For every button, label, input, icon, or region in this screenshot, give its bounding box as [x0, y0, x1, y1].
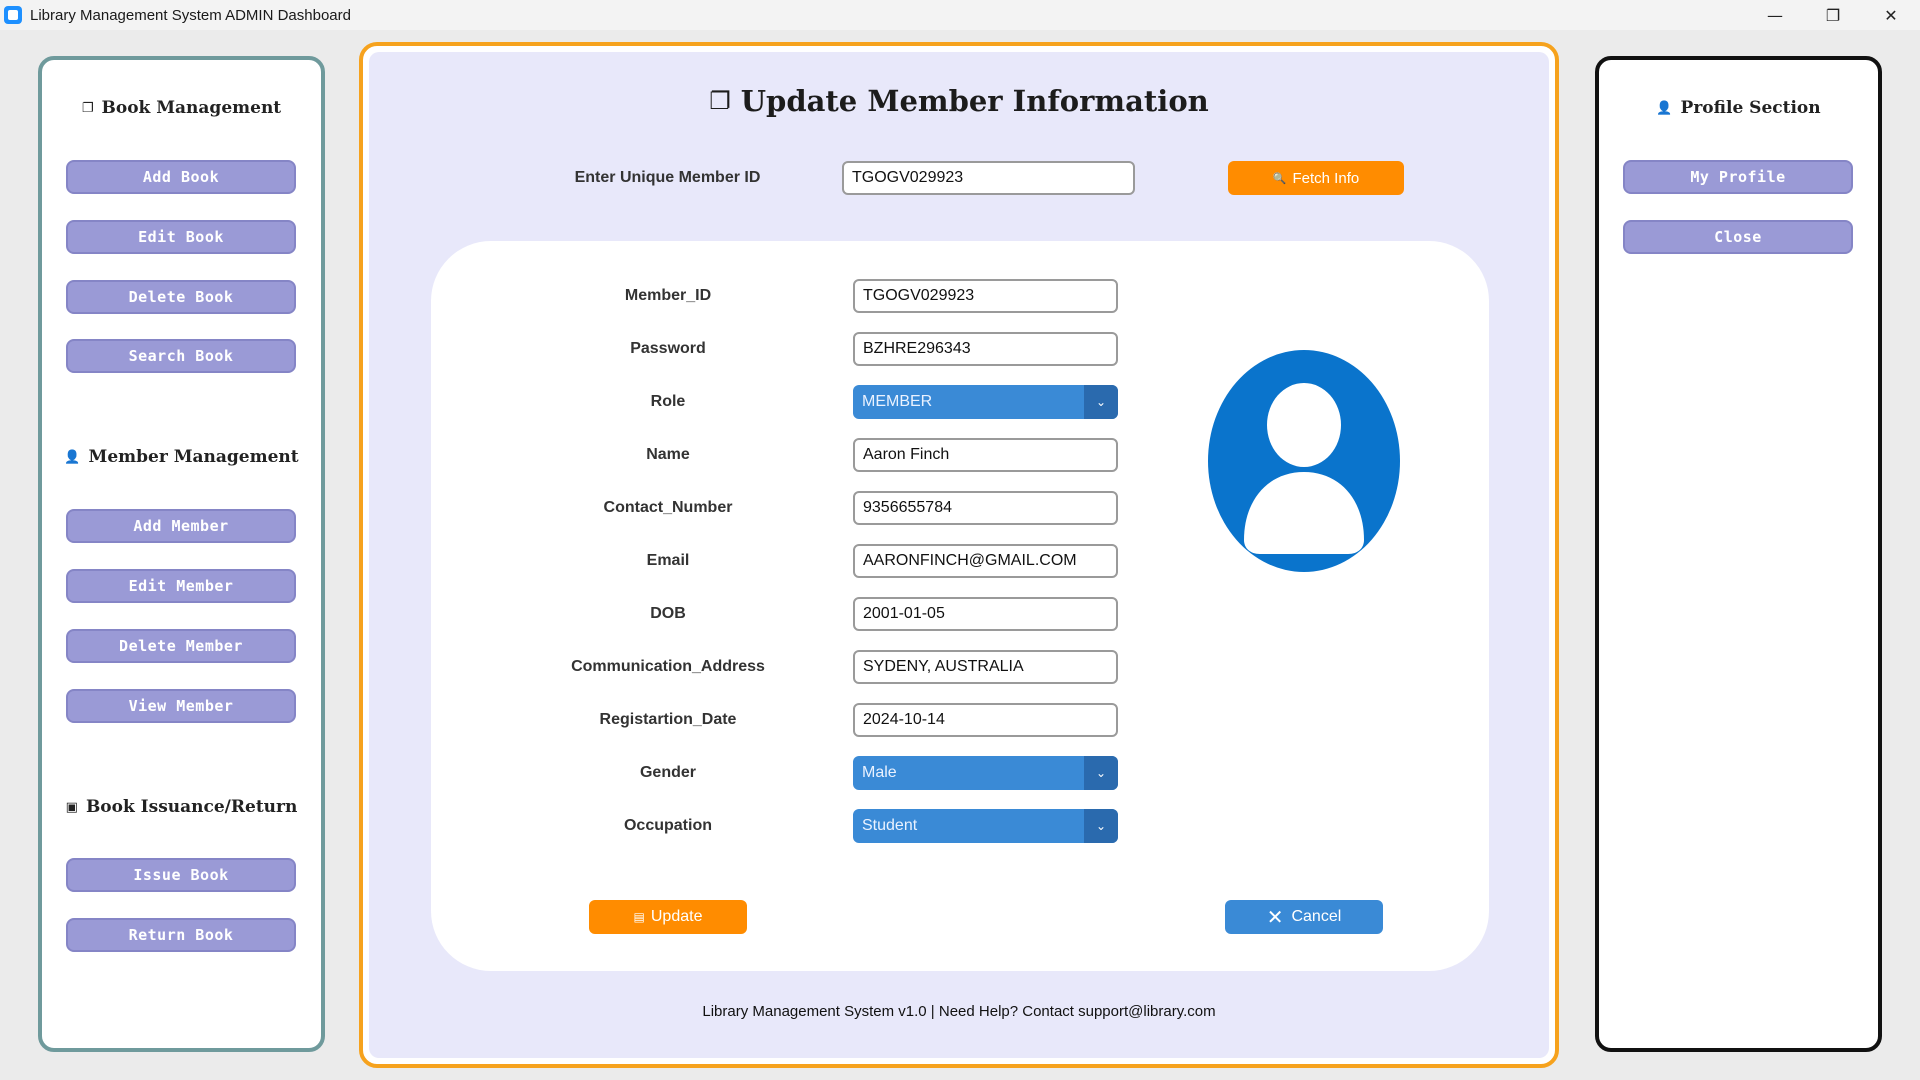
profile-section-title: 👤 Profile Section	[1656, 98, 1821, 118]
gender-value: Male	[862, 764, 897, 781]
restore-button[interactable]: ❐	[1804, 0, 1862, 30]
window-title: Library Management System ADMIN Dashboar…	[30, 6, 351, 24]
chevron-down-icon[interactable]: ⌄	[1084, 756, 1118, 790]
role-value: MEMBER	[862, 393, 933, 410]
member-id-field[interactable]: TGOGV029923	[853, 279, 1118, 313]
password-label: Password	[630, 340, 706, 357]
x-icon: ✕	[1266, 905, 1284, 929]
window-controls: — ❐ ✕	[1746, 0, 1920, 30]
person-icon: 👤	[64, 449, 81, 465]
add-member-button[interactable]: Add Member	[66, 509, 296, 543]
edit-member-button[interactable]: Edit Member	[66, 569, 296, 603]
chevron-down-icon[interactable]: ⌄	[1084, 809, 1118, 843]
close-window-button[interactable]: ✕	[1862, 0, 1920, 30]
gender-label: Gender	[639, 764, 696, 781]
occupation-value: Student	[862, 817, 918, 834]
delete-book-button[interactable]: Delete Book	[66, 280, 296, 314]
email-field[interactable]: AARONFINCH@GMAIL.COM	[853, 544, 1118, 578]
books-icon: ❐	[81, 100, 94, 116]
dob-field[interactable]: 2001-01-05	[853, 597, 1118, 631]
dob-label: DOB	[650, 605, 686, 622]
footer-text: Library Management System v1.0 | Need He…	[702, 1003, 1216, 1020]
app-icon	[4, 6, 22, 24]
update-button[interactable]: ▤ Update	[589, 900, 747, 934]
person-icon: 👤	[1656, 100, 1673, 116]
minimize-button[interactable]: —	[1746, 0, 1804, 30]
contact-number-label: Contact_Number	[603, 499, 733, 516]
left-sidebar: ❐ Book Management Add Book Edit Book Del…	[38, 56, 325, 1052]
member-id-label: Member_ID	[624, 287, 712, 304]
chevron-down-icon[interactable]: ⌄	[1084, 385, 1118, 419]
cancel-button[interactable]: ✕ Cancel	[1225, 900, 1383, 934]
page-title: ❐ Update Member Information	[709, 84, 1209, 118]
magnifier-icon: 🔍	[1272, 171, 1287, 185]
issue-book-button[interactable]: Issue Book	[66, 858, 296, 892]
title-bar: Library Management System ADMIN Dashboar…	[0, 0, 1920, 30]
right-sidebar: 👤 Profile Section My Profile Close	[1595, 56, 1882, 1052]
edit-book-button[interactable]: Edit Book	[66, 220, 296, 254]
address-field[interactable]: SYDENY, AUSTRALIA	[853, 650, 1118, 684]
member-id-lookup-input[interactable]: TGOGV029923	[842, 161, 1135, 195]
email-label: Email	[646, 552, 690, 569]
contact-number-field[interactable]: 9356655784	[853, 491, 1118, 525]
search-book-button[interactable]: Search Book	[66, 339, 296, 373]
member-id-lookup-label: Enter Unique Member ID	[574, 169, 761, 186]
occupation-dropdown[interactable]: Student ⌄	[853, 809, 1118, 843]
user-avatar-icon	[1208, 350, 1400, 572]
view-member-button[interactable]: View Member	[66, 689, 296, 723]
book-issuance-title: ▣ Book Issuance/Return	[65, 797, 298, 817]
registration-date-field[interactable]: 2024-10-14	[853, 703, 1118, 737]
name-label: Name	[646, 446, 690, 463]
delete-member-button[interactable]: Delete Member	[66, 629, 296, 663]
fetch-info-button[interactable]: 🔍 Fetch Info	[1228, 161, 1404, 195]
book-management-title: ❐ Book Management	[81, 98, 282, 118]
occupation-label: Occupation	[623, 817, 712, 834]
role-dropdown[interactable]: MEMBER ⌄	[853, 385, 1118, 419]
password-field[interactable]: BZHRE296343	[853, 332, 1118, 366]
books-icon: ❐	[709, 87, 731, 115]
role-label: Role	[650, 393, 686, 410]
name-field[interactable]: Aaron Finch	[853, 438, 1118, 472]
gender-dropdown[interactable]: Male ⌄	[853, 756, 1118, 790]
member-management-title: 👤 Member Management	[64, 447, 299, 467]
my-profile-button[interactable]: My Profile	[1623, 160, 1853, 194]
address-label: Communication_Address	[571, 658, 765, 675]
return-book-button[interactable]: Return Book	[66, 918, 296, 952]
calendar-icon: ▣	[65, 799, 78, 815]
registration-date-label: Registartion_Date	[599, 711, 737, 728]
save-icon: ▤	[633, 910, 645, 924]
add-book-button[interactable]: Add Book	[66, 160, 296, 194]
close-button[interactable]: Close	[1623, 220, 1853, 254]
